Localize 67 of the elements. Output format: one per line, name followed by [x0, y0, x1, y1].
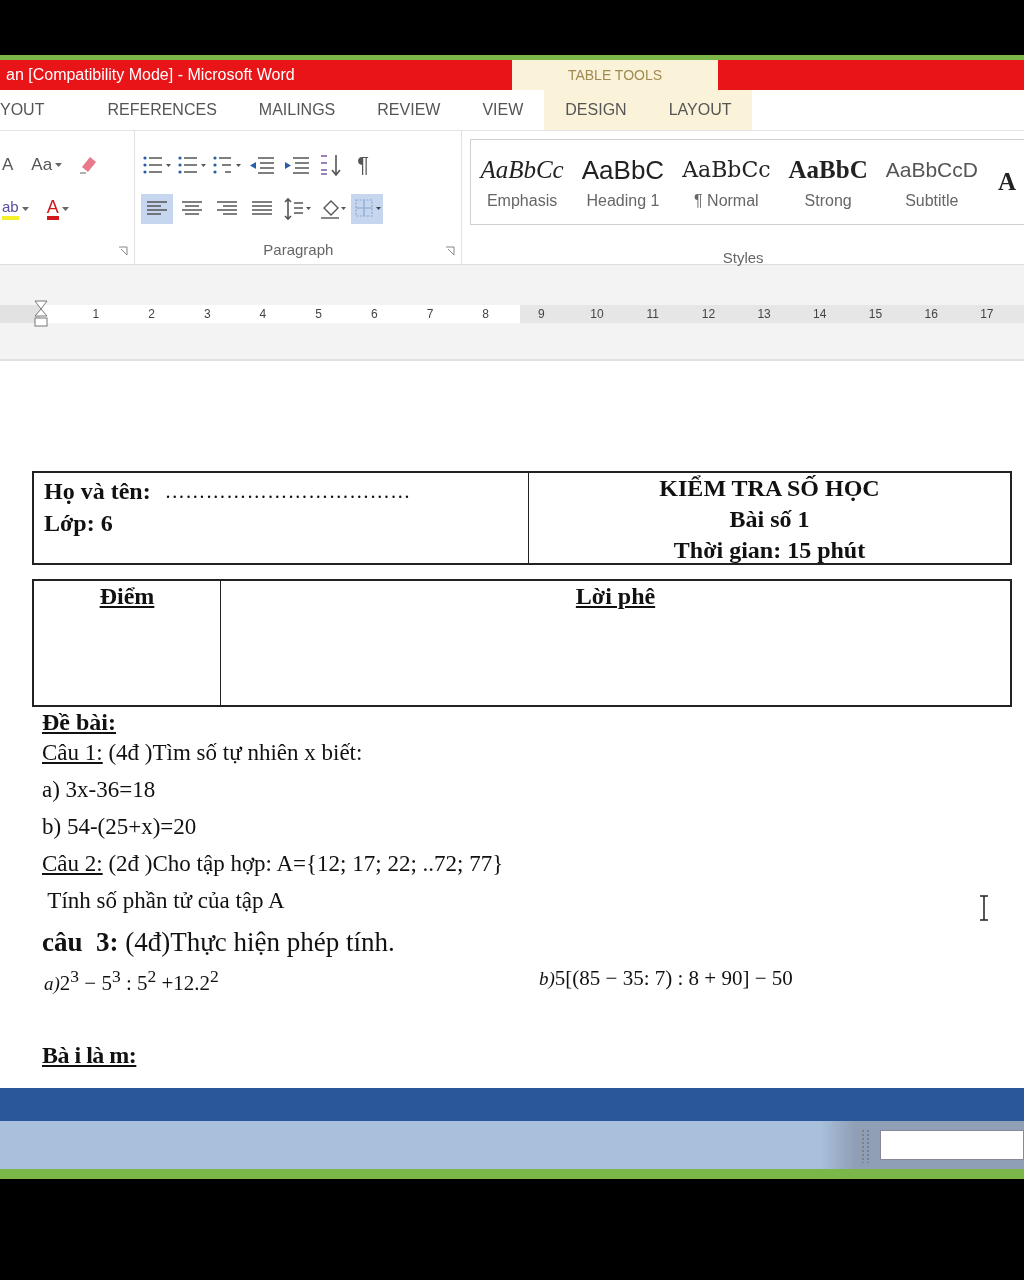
dialog-launcher-icon[interactable]: [118, 246, 129, 256]
math-expression: 2$^{3}$ − 5$^{3}$ : 5$^{2}$ +12.2$^{2}$: [59, 971, 219, 995]
fill-in-line: ………………………………: [164, 479, 411, 504]
align-icon[interactable]: [141, 194, 174, 224]
change-case-button[interactable]: Aa: [27, 153, 67, 177]
caret-icon: [55, 163, 63, 167]
section-heading: Đề bài:: [42, 708, 116, 737]
grip-icon: [860, 1127, 872, 1163]
answer-heading: Bà i là m:: [42, 1042, 137, 1069]
math-expression: 5[(85 − 35: 7) : 8 + 90] − 50: [554, 966, 793, 990]
grow-font-button[interactable]: A: [0, 153, 18, 177]
show-marks-button[interactable]: ¶: [351, 152, 376, 178]
exam-title: Thời gian: 15 phút: [673, 536, 866, 565]
ruler-number: 14: [812, 306, 828, 323]
ruler-number: 4: [258, 306, 268, 323]
exercise-text: a) 3x-36=18: [42, 777, 156, 802]
item-label: a): [44, 973, 60, 994]
ruler-number: 8: [481, 306, 490, 323]
ruler-number: 13: [756, 306, 772, 323]
question-text: (4đ )Tìm số tự nhiên x biết:: [107, 740, 363, 765]
text-cursor-icon: [978, 895, 990, 921]
font-color-button[interactable]: A: [42, 196, 73, 222]
ruler-number: 11: [645, 306, 660, 323]
ruler-number: 17: [979, 306, 995, 323]
caret-icon: [21, 207, 29, 211]
style-item[interactable]: AaBbC Strong: [779, 140, 877, 224]
ruler-number: 6: [369, 306, 379, 323]
column-header: Điểm: [99, 583, 155, 609]
dialog-launcher-icon[interactable]: [445, 246, 456, 256]
question-text: (4đ)Thực hiện phép tính.: [124, 927, 395, 957]
exam-title: Bài số 1: [729, 505, 810, 534]
exercise-text: Tính số phần tử của tập A: [46, 888, 285, 913]
group-label: Styles: [722, 249, 764, 266]
exercise-text: b) 54-(25+x)=20: [42, 814, 197, 839]
ribbon-tab[interactable]: DESIGN: [544, 90, 648, 130]
ruler-number: 1: [91, 306, 101, 323]
ruler-number: 9: [537, 306, 546, 323]
ruler-number: 3: [202, 306, 212, 323]
input-field[interactable]: [880, 1130, 1024, 1160]
ruler-number: 10: [589, 306, 605, 323]
ruler-number: 7: [425, 306, 435, 323]
field-label: Họ và tên:: [44, 477, 151, 506]
style-item[interactable]: AaBbCс ¶ Normal: [673, 140, 780, 224]
question-label: Câu 1:: [42, 740, 103, 765]
ruler-number: 16: [923, 306, 939, 323]
ribbon-tab[interactable]: LAYOUT: [647, 90, 753, 130]
item-label: b): [539, 968, 555, 989]
indent-marker-icon[interactable]: [33, 300, 49, 330]
field-label: Lớp: 6: [44, 509, 113, 538]
question-text: (2đ )Cho tập hợp: A={12; 17; 22; ..72; 77}: [107, 851, 504, 876]
column-header: Lời phê: [575, 583, 656, 609]
caret-icon: [61, 207, 69, 211]
style-item[interactable]: A: [986, 140, 1024, 224]
ruler-number: 15: [867, 306, 884, 323]
style-item[interactable]: AaBbCcD Subtitle: [876, 140, 987, 224]
highlight-button[interactable]: ab: [0, 196, 33, 222]
group-label: Paragraph: [263, 241, 334, 258]
style-item[interactable]: AaBbCс Emphasis: [471, 140, 573, 224]
exam-title: KIỂM TRA SỐ HỌC: [659, 474, 880, 503]
question-label: câu 3:: [42, 927, 119, 957]
question-label: Câu 2:: [42, 851, 103, 876]
ruler-number: 5: [314, 306, 323, 323]
context-group-label: TABLE TOOLS: [512, 60, 718, 90]
ruler-number: 2: [147, 306, 156, 323]
style-item[interactable]: AaBbC Heading 1: [572, 140, 674, 224]
window-title: an [Compatibility Mode] - Microsoft Word: [5, 66, 296, 84]
ruler-number: 12: [700, 306, 717, 323]
